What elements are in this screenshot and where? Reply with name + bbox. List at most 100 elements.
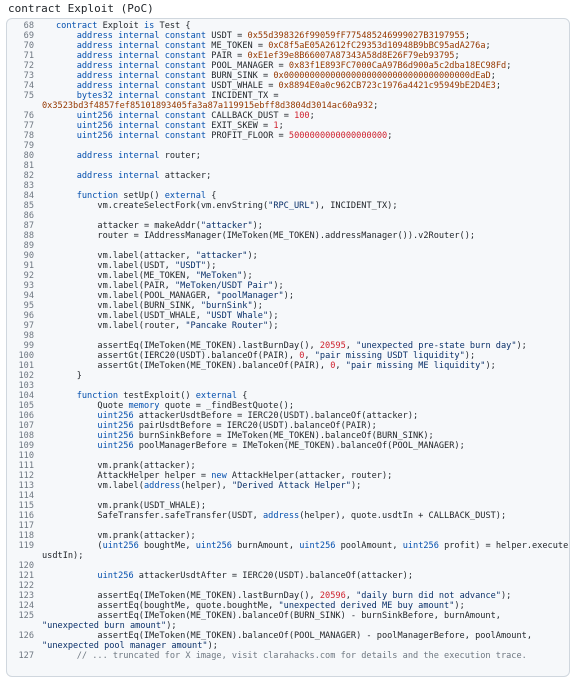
code-line: 92 vm.label(ME_TOKEN, "MeToken"); bbox=[7, 271, 569, 281]
code-text: // ... truncated for X image, visit clar… bbox=[56, 651, 527, 661]
line-number: 82 bbox=[23, 171, 34, 181]
line-number: 109 bbox=[18, 441, 34, 451]
line-number: 108 bbox=[18, 431, 34, 441]
line-number: 107 bbox=[18, 421, 34, 431]
code-text: address internal constant POOL_MANAGER =… bbox=[76, 61, 512, 71]
code-line: 68 contract Exploit is Test { bbox=[7, 21, 569, 31]
code-text: uint256 internal constant PROFIT_FLOOR =… bbox=[76, 131, 393, 141]
code-line: 122 bbox=[7, 581, 569, 591]
line-number: 76 bbox=[23, 111, 34, 121]
line-number: 116 bbox=[18, 511, 34, 521]
code-line: 74 address internal constant USDT_WHALE … bbox=[7, 81, 569, 91]
line-number: 125 bbox=[18, 611, 34, 621]
code-line: 112 AttackHelper helper = new AttackHelp… bbox=[7, 471, 569, 481]
code-line: 105 Quote memory quote = _findBestQuote(… bbox=[7, 401, 569, 411]
code-line: 79 bbox=[7, 141, 569, 151]
code-text: SafeTransfer.safeTransfer(USDT, address(… bbox=[56, 511, 507, 521]
code-text: address internal constant USDT_WHALE = 0… bbox=[76, 81, 502, 91]
code-text: address internal constant ME_TOKEN = 0xC… bbox=[76, 41, 491, 51]
code-line: 78 uint256 internal constant PROFIT_FLOO… bbox=[7, 131, 569, 141]
line-number: 84 bbox=[23, 191, 34, 201]
code-line: 97 vm.label(router, "Pancake Router"); bbox=[7, 321, 569, 331]
code-line: 89 bbox=[7, 241, 569, 251]
code-line: 99 assertEq(IMeToken(ME_TOKEN).lastBurnD… bbox=[7, 341, 569, 351]
code-text: address internal constant USDT = 0x55d39… bbox=[76, 31, 471, 41]
line-number: 104 bbox=[18, 391, 34, 401]
line-number bbox=[7, 551, 34, 561]
code-text: uint256 burnSinkBefore = IMeToken(ME_TOK… bbox=[97, 431, 434, 441]
code-line: 114 bbox=[7, 491, 569, 501]
code-line: 111 vm.prank(attacker); bbox=[7, 461, 569, 471]
code-line: 107 uint256 pairUsdtBefore = IERC20(USDT… bbox=[7, 421, 569, 431]
code-text: uint256 pairUsdtBefore = IERC20(USDT).ba… bbox=[97, 421, 377, 431]
code-line: 82 address internal attacker; bbox=[7, 171, 569, 181]
line-number: 93 bbox=[23, 281, 34, 291]
code-text: address internal constant BURN_SINK = 0x… bbox=[76, 71, 496, 81]
code-text: bytes32 internal constant INCIDENT_TX = bbox=[76, 91, 279, 101]
code-text: vm.prank(USDT_WHALE); bbox=[56, 501, 207, 511]
code-line: 93 vm.label(PAIR, "MeToken/USDT Pair"); bbox=[7, 281, 569, 291]
code-line: 125 assertEq(IMeToken(ME_TOKEN).balanceO… bbox=[7, 611, 569, 621]
line-number: 115 bbox=[18, 501, 34, 511]
code-text: uint256 attackerUsdtAfter = IERC20(USDT)… bbox=[97, 571, 414, 581]
code-line: 113 vm.label(address(helper), "Derived A… bbox=[7, 481, 569, 491]
code-line: 101 assertGt(IMeToken(ME_TOKEN).balanceO… bbox=[7, 361, 569, 371]
code-line: 70 address internal constant ME_TOKEN = … bbox=[7, 41, 569, 51]
code-text: "unexpected pool manager amount"); bbox=[42, 641, 218, 651]
code-text: assertGt(IMeToken(ME_TOKEN).balanceOf(PA… bbox=[56, 361, 496, 371]
code-text: uint256 internal constant CALLBACK_DUST … bbox=[76, 111, 315, 121]
code-line: 73 address internal constant BURN_SINK =… bbox=[7, 71, 569, 81]
code-panel: 68 contract Exploit is Test {69 address i… bbox=[6, 18, 570, 677]
line-number: 117 bbox=[18, 521, 34, 531]
code-text: usdtIn); bbox=[42, 551, 84, 561]
code-line: 115 vm.prank(USDT_WHALE); bbox=[7, 501, 569, 511]
line-number: 97 bbox=[23, 321, 34, 331]
line-number: 77 bbox=[23, 121, 34, 131]
code-text: 0x3523bd3f4857fef85101893405fa3a87a11991… bbox=[42, 101, 379, 111]
code-text: vm.label(USDT_WHALE, "USDT Whale"); bbox=[56, 311, 279, 321]
code-text: vm.prank(attacker); bbox=[56, 461, 196, 471]
code-line: 85 vm.createSelectFork(vm.envString("RPC… bbox=[7, 201, 569, 211]
code-line: 110 bbox=[7, 451, 569, 461]
code-text: address internal constant PAIR = 0xE1ef3… bbox=[76, 51, 460, 61]
line-number: 75 bbox=[23, 91, 34, 101]
code-text: "unexpected burn amount"); bbox=[42, 621, 177, 631]
line-number: 120 bbox=[18, 561, 34, 571]
code-line: 109 uint256 poolManagerBefore = IMeToken… bbox=[7, 441, 569, 451]
code-line: 90 vm.label(attacker, "attacker"); bbox=[7, 251, 569, 261]
code-line: 80 address internal router; bbox=[7, 151, 569, 161]
code-text: address internal router; bbox=[76, 151, 201, 161]
code-text: (uint256 boughtMe, uint256 burnAmount, u… bbox=[56, 541, 569, 551]
line-number: 96 bbox=[23, 311, 34, 321]
code-line: "unexpected pool manager amount"); bbox=[7, 641, 569, 651]
code-text: AttackHelper helper = new AttackHelper(a… bbox=[56, 471, 393, 481]
code-text: assertEq(IMeToken(ME_TOKEN).balanceOf(BU… bbox=[56, 611, 501, 621]
line-number: 113 bbox=[18, 481, 34, 491]
code-line: 103 bbox=[7, 381, 569, 391]
line-number: 126 bbox=[18, 631, 34, 641]
line-number: 123 bbox=[18, 591, 34, 601]
code-line: 84 function setUp() external { bbox=[7, 191, 569, 201]
code-text: function testExploit() external { bbox=[76, 391, 248, 401]
code-line: 81 bbox=[7, 161, 569, 171]
line-number bbox=[7, 641, 34, 651]
line-number: 73 bbox=[23, 71, 34, 81]
line-number: 81 bbox=[23, 161, 34, 171]
line-number: 94 bbox=[23, 291, 34, 301]
code-text: address internal attacker; bbox=[76, 171, 212, 181]
line-number: 110 bbox=[18, 451, 34, 461]
line-number: 90 bbox=[23, 251, 34, 261]
code-text: assertEq(IMeToken(ME_TOKEN).lastBurnDay(… bbox=[56, 591, 512, 601]
line-number: 121 bbox=[18, 571, 34, 581]
code-text: router = IAddressManager(IMeToken(ME_TOK… bbox=[56, 231, 476, 241]
code-text: vm.label(address(helper), "Derived Attac… bbox=[56, 481, 362, 491]
line-number: 127 bbox=[18, 651, 34, 661]
code-text: contract Exploit is Test { bbox=[56, 21, 191, 31]
line-number: 80 bbox=[23, 151, 34, 161]
code-line: 91 vm.label(USDT, "USDT"); bbox=[7, 261, 569, 271]
code-text: } bbox=[56, 371, 82, 381]
line-number: 87 bbox=[23, 221, 34, 231]
line-number: 88 bbox=[23, 231, 34, 241]
code-line: 104 function testExploit() external { bbox=[7, 391, 569, 401]
code-line: 0x3523bd3f4857fef85101893405fa3a87a11991… bbox=[7, 101, 569, 111]
